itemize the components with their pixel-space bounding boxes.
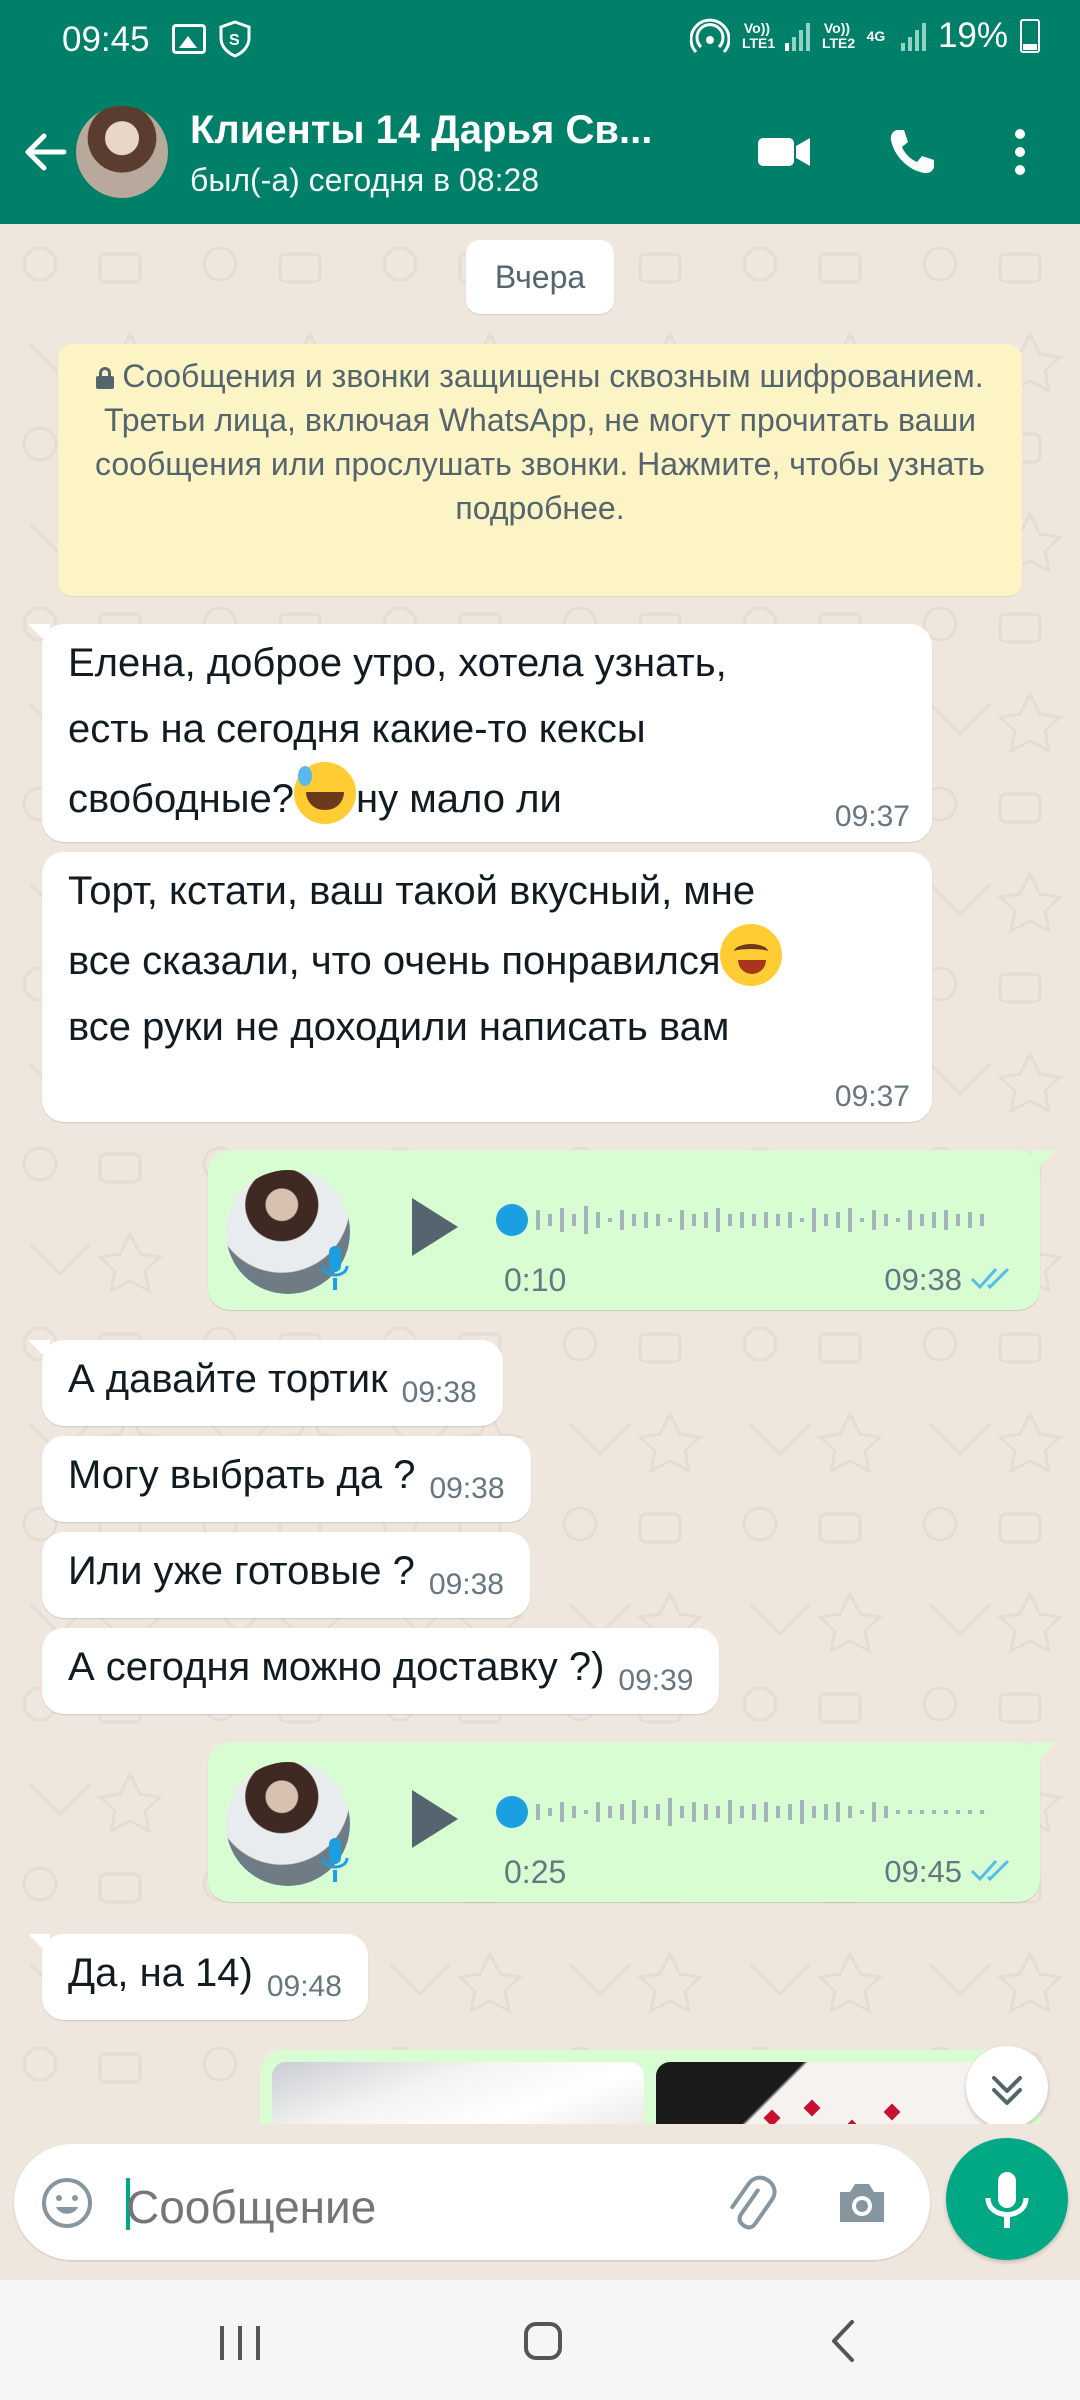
hotspot-icon <box>689 18 730 54</box>
network-label: 4G <box>866 27 886 44</box>
mic-icon <box>321 1838 349 1882</box>
decoration <box>803 2099 821 2117</box>
waveform[interactable] <box>490 1196 1000 1244</box>
signal-icon-2 <box>900 23 926 51</box>
message-time: 09:38 <box>428 1568 504 1601</box>
message-text: Торт, кстати, ваш такой вкусный, мне все… <box>68 869 756 983</box>
message-time: 09:38 <box>884 1262 962 1297</box>
message-text: А давайте тортик <box>68 1357 388 1401</box>
waveform[interactable] <box>490 1788 1000 1836</box>
shield-s-icon: S <box>219 20 251 58</box>
composer-bar <box>0 2124 1080 2280</box>
mic-icon <box>321 1246 349 1290</box>
voice-duration: 0:10 <box>504 1262 567 1298</box>
message-text: Могу выбрать да ? <box>68 1453 416 1497</box>
date-chip: Вчера <box>466 240 614 314</box>
message-time: 09:45 <box>884 1854 962 1889</box>
encryption-notice-text: Сообщения и звонки защищены сквозным шиф… <box>95 358 985 526</box>
voice-duration: 0:25 <box>504 1854 567 1890</box>
chat-header: Клиенты 14 Дарья Св... был(-а) сегодня в… <box>0 80 1080 224</box>
message-time: 09:38 <box>401 1376 477 1409</box>
message-time: 09:37 <box>834 1080 910 1113</box>
status-time: 09:45 <box>62 20 150 59</box>
attach-icon[interactable] <box>720 2174 780 2234</box>
read-ticks-icon <box>970 1267 1010 1290</box>
last-seen[interactable]: был(-а) сегодня в 08:28 <box>190 162 539 199</box>
incoming-message[interactable]: Или уже готовые ? 09:38 <box>42 1532 530 1618</box>
video-call-icon[interactable] <box>752 120 816 184</box>
image-icon <box>172 24 206 54</box>
drooling-face-emoji <box>720 924 783 986</box>
svg-text:S: S <box>229 32 240 49</box>
message-text: Да, на 14) <box>68 1951 253 1995</box>
play-icon[interactable] <box>404 1784 464 1854</box>
message-time: 09:48 <box>266 1970 342 2003</box>
photo-thumbnail[interactable] <box>272 2062 644 2124</box>
voice-record-button[interactable] <box>946 2138 1068 2260</box>
decoration <box>883 2103 901 2121</box>
emoji-icon[interactable] <box>40 2176 94 2230</box>
message-time: 09:38 <box>429 1472 505 1505</box>
chat-area[interactable]: Вчера Сообщения и звонки защищены сквозн… <box>0 224 1080 2124</box>
lock-icon <box>96 367 115 389</box>
more-vert-icon[interactable] <box>1000 120 1040 184</box>
outgoing-image-message[interactable] <box>260 2050 1040 2124</box>
message-text-tail: все руки не доходили написать вам <box>68 1005 730 1049</box>
decoration <box>763 2109 781 2124</box>
home-icon[interactable] <box>508 2306 578 2376</box>
status-bar: 09:45 S Vo)) LTE1 Vo)) LTE2 4G 19% <box>0 0 1080 80</box>
incoming-message[interactable]: Елена, доброе утро, хотела узнать, есть … <box>28 624 932 842</box>
outgoing-voice-message[interactable]: 0:10 09:38 <box>208 1150 1056 1310</box>
incoming-message[interactable]: А сегодня можно доставку ?) 09:39 <box>42 1628 720 1714</box>
sweat-smile-emoji <box>294 762 356 824</box>
recent-apps-icon[interactable] <box>206 2306 276 2376</box>
phone-icon[interactable] <box>880 120 944 184</box>
sim2-label: Vo)) LTE2 <box>821 20 856 51</box>
system-nav-bar <box>0 2280 1080 2400</box>
scroll-down-icon[interactable] <box>966 2046 1048 2124</box>
read-ticks-icon <box>970 1859 1010 1882</box>
message-text: А сегодня можно доставку ?) <box>68 1645 605 1689</box>
contact-avatar[interactable] <box>76 106 168 198</box>
message-text-tail: ну мало ли <box>356 777 562 821</box>
camera-icon[interactable] <box>834 2176 890 2230</box>
back-icon[interactable] <box>810 2306 880 2376</box>
message-time: 09:37 <box>834 800 910 833</box>
battery-percent: 19% <box>937 16 1008 55</box>
sim1-label: Vo)) LTE1 <box>741 20 776 51</box>
outgoing-voice-message[interactable]: 0:25 09:45 <box>208 1742 1056 1902</box>
incoming-message[interactable]: Могу выбрать да ? 09:38 <box>42 1436 531 1522</box>
incoming-message[interactable]: А давайте тортик 09:38 <box>28 1340 503 1426</box>
back-arrow-icon[interactable] <box>18 124 74 180</box>
signal-icon <box>784 23 810 51</box>
message-text: Или уже готовые ? <box>68 1549 415 1593</box>
incoming-message[interactable]: Да, на 14) 09:48 <box>28 1934 368 2020</box>
message-field[interactable] <box>14 2144 930 2260</box>
battery-icon <box>1020 19 1040 53</box>
incoming-message[interactable]: Торт, кстати, ваш такой вкусный, мне все… <box>42 852 932 1122</box>
message-input[interactable] <box>126 2180 686 2234</box>
encryption-notice[interactable]: Сообщения и звонки защищены сквозным шиф… <box>58 344 1022 596</box>
message-time: 09:39 <box>618 1664 694 1697</box>
play-icon[interactable] <box>404 1192 464 1262</box>
mic-icon <box>985 2172 1029 2228</box>
contact-name[interactable]: Клиенты 14 Дарья Св... <box>190 108 652 153</box>
